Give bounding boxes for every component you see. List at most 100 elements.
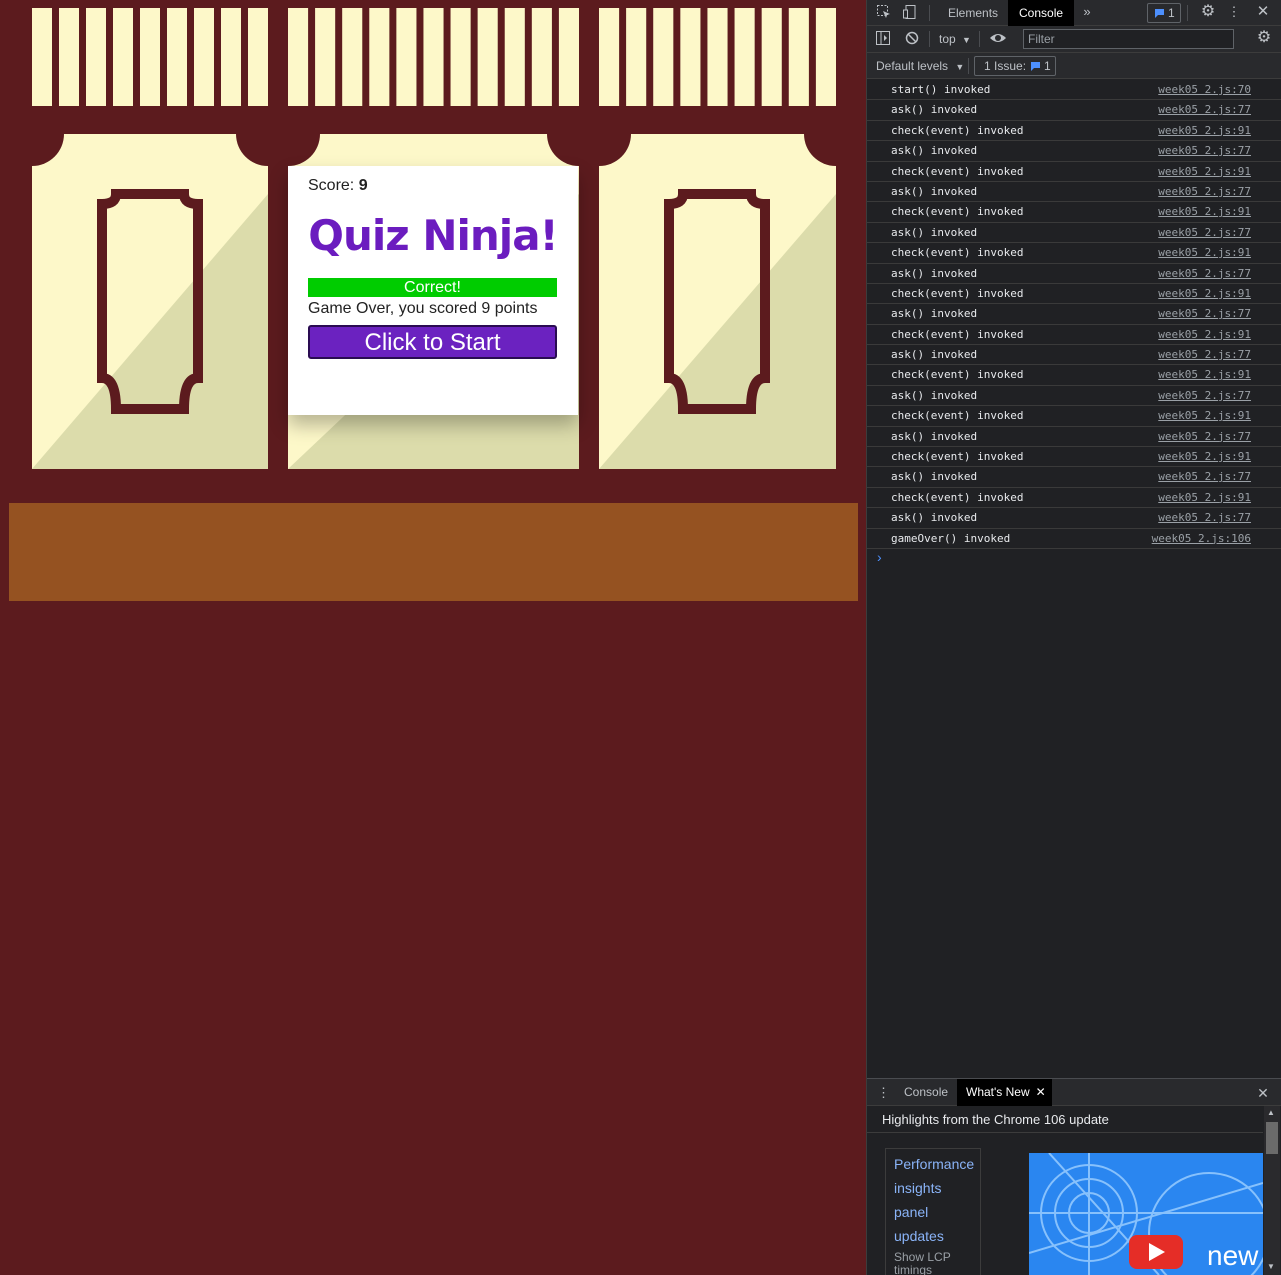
log-source-link[interactable]: week05 2.js:91 bbox=[1158, 325, 1251, 344]
start-button[interactable]: Click to Start bbox=[308, 325, 557, 359]
console-log-row: ask() invoked week05 2.js:77 bbox=[867, 100, 1281, 121]
score-display: Score: 9 bbox=[308, 176, 558, 196]
console-log-row: ask() invoked week05 2.js:77 bbox=[867, 141, 1281, 162]
context-selector[interactable]: top ▼ bbox=[939, 32, 971, 46]
card-link-line[interactable]: Performance bbox=[894, 1152, 974, 1176]
log-message: check(event) invoked bbox=[891, 205, 1024, 219]
drawer-tab-console[interactable]: Console bbox=[895, 1079, 957, 1106]
log-levels-dropdown[interactable]: Default levels ▼ bbox=[876, 59, 964, 73]
log-message: ask() invoked bbox=[891, 225, 978, 239]
settings-gear-icon[interactable]: ⚙ bbox=[1199, 4, 1217, 20]
drawer-tab-whats-new[interactable]: What's New ✕ bbox=[957, 1079, 1052, 1106]
console-log-row: ask() invoked week05 2.js:77 bbox=[867, 386, 1281, 407]
log-message: check(event) invoked bbox=[891, 246, 1024, 260]
score-label: Score: bbox=[308, 177, 355, 194]
log-source-link[interactable]: week05 2.js:77 bbox=[1158, 264, 1251, 283]
log-source-link[interactable]: week05 2.js:77 bbox=[1158, 182, 1251, 201]
log-source-link[interactable]: week05 2.js:91 bbox=[1158, 202, 1251, 221]
whats-new-video-thumbnail[interactable]: new bbox=[1029, 1153, 1263, 1275]
log-message: ask() invoked bbox=[891, 511, 978, 525]
live-expression-eye-icon[interactable] bbox=[989, 31, 1007, 49]
drawer-menu-icon[interactable]: ⋮ bbox=[877, 1085, 890, 1101]
console-log-row: check(event) invoked week05 2.js:91 bbox=[867, 447, 1281, 468]
card-link-line[interactable]: insights bbox=[894, 1176, 972, 1200]
log-source-link[interactable]: week05 2.js:91 bbox=[1158, 488, 1251, 507]
whats-new-panel: Highlights from the Chrome 106 update Pe… bbox=[867, 1106, 1281, 1275]
log-source-link[interactable]: week05 2.js:70 bbox=[1158, 80, 1251, 99]
left-door-panel bbox=[32, 134, 268, 469]
scroll-up-arrow-icon[interactable]: ▲ bbox=[1267, 1108, 1275, 1117]
log-levels-label: Default levels bbox=[876, 59, 949, 73]
log-message: check(event) invoked bbox=[891, 368, 1024, 382]
log-source-link[interactable]: week05 2.js:77 bbox=[1158, 508, 1251, 527]
log-source-link[interactable]: week05 2.js:91 bbox=[1158, 447, 1251, 466]
issue-chat-icon bbox=[1031, 62, 1040, 71]
log-message: ask() invoked bbox=[891, 266, 978, 280]
log-message: ask() invoked bbox=[891, 470, 978, 484]
log-source-link[interactable]: week05 2.js:91 bbox=[1158, 365, 1251, 384]
console-log: start() invoked week05 2.js:70 ask() invok… bbox=[867, 80, 1281, 549]
issues-badge[interactable]: 1 Issue: 1 bbox=[974, 56, 1056, 76]
console-log-row: check(event) invoked week05 2.js:91 bbox=[867, 365, 1281, 386]
top-slats-center bbox=[288, 8, 579, 106]
log-message: ask() invoked bbox=[891, 184, 978, 198]
log-message: ask() invoked bbox=[891, 103, 978, 117]
context-value: top bbox=[939, 32, 956, 46]
tab-console[interactable]: Console bbox=[1008, 0, 1075, 26]
log-source-link[interactable]: week05 2.js:77 bbox=[1158, 386, 1251, 405]
log-source-link[interactable]: week05 2.js:77 bbox=[1158, 141, 1251, 160]
log-source-link[interactable]: week05 2.js:77 bbox=[1158, 467, 1251, 486]
console-log-row: check(event) invoked week05 2.js:91 bbox=[867, 202, 1281, 223]
log-source-link[interactable]: week05 2.js:106 bbox=[1152, 529, 1251, 548]
whats-new-card[interactable]: Performance insights panel updates Show … bbox=[885, 1148, 981, 1275]
close-tab-icon[interactable]: ✕ bbox=[1036, 1079, 1046, 1106]
messages-badge[interactable]: 1 bbox=[1147, 3, 1181, 23]
dropdown-arrow-icon: ▼ bbox=[955, 62, 965, 72]
log-source-link[interactable]: week05 2.js:77 bbox=[1158, 427, 1251, 446]
sidebar-toggle-icon[interactable] bbox=[875, 31, 891, 49]
console-log-row: check(event) invoked week05 2.js:91 bbox=[867, 243, 1281, 264]
filter-input[interactable] bbox=[1023, 29, 1234, 49]
devtools-panel: Elements Console » 1 ⚙ ⋮ ✕ top ▼ Filter … bbox=[866, 0, 1281, 1275]
console-log-row: ask() invoked week05 2.js:77 bbox=[867, 223, 1281, 244]
console-log-row: check(event) invoked week05 2.js:91 bbox=[867, 406, 1281, 427]
log-message: ask() invoked bbox=[891, 144, 978, 158]
kebab-menu-icon[interactable]: ⋮ bbox=[1227, 4, 1241, 20]
log-source-link[interactable]: week05 2.js:77 bbox=[1158, 304, 1251, 323]
log-source-link[interactable]: week05 2.js:91 bbox=[1158, 406, 1251, 425]
drawer-scrollbar[interactable]: ▲ ▼ bbox=[1264, 1106, 1280, 1275]
console-log-row: ask() invoked week05 2.js:77 bbox=[867, 264, 1281, 284]
log-message: ask() invoked bbox=[891, 388, 978, 402]
device-toolbar-icon[interactable] bbox=[901, 4, 919, 24]
log-source-link[interactable]: week05 2.js:77 bbox=[1158, 223, 1251, 242]
inspect-element-icon[interactable] bbox=[875, 4, 893, 24]
log-source-link[interactable]: week05 2.js:91 bbox=[1158, 284, 1251, 303]
card-link-line[interactable]: updates bbox=[894, 1224, 972, 1248]
log-message: gameOver() invoked bbox=[891, 531, 1011, 545]
log-message: check(event) invoked bbox=[891, 286, 1024, 300]
console-log-row: check(event) invoked week05 2.js:91 bbox=[867, 325, 1281, 346]
levels-bar: Default levels ▼ 1 Issue: 1 bbox=[867, 53, 1281, 79]
clear-console-icon[interactable] bbox=[904, 31, 920, 49]
video-word: new bbox=[1207, 1240, 1259, 1271]
close-drawer-icon[interactable]: ✕ bbox=[1255, 1085, 1271, 1101]
log-source-link[interactable]: week05 2.js:77 bbox=[1158, 345, 1251, 364]
scroll-thumb[interactable] bbox=[1266, 1122, 1278, 1154]
message-count: 1 bbox=[1168, 6, 1175, 20]
chevron-double-right-icon[interactable]: » bbox=[1079, 4, 1095, 20]
console-toolbar: top ▼ ⚙ bbox=[867, 26, 1281, 53]
console-prompt[interactable]: › bbox=[877, 549, 882, 565]
quiz-title: Quiz Ninja! bbox=[308, 211, 558, 260]
console-log-row: ask() invoked week05 2.js:77 bbox=[867, 345, 1281, 366]
tab-elements[interactable]: Elements bbox=[937, 0, 1009, 26]
log-source-link[interactable]: week05 2.js:91 bbox=[1158, 162, 1251, 181]
log-source-link[interactable]: week05 2.js:77 bbox=[1158, 100, 1251, 119]
console-log-row: gameOver() invoked week05 2.js:106 bbox=[867, 529, 1281, 549]
scroll-down-arrow-icon[interactable]: ▼ bbox=[1267, 1262, 1275, 1271]
log-source-link[interactable]: week05 2.js:91 bbox=[1158, 121, 1251, 140]
card-link-line[interactable]: panel bbox=[894, 1200, 972, 1224]
console-settings-gear-icon[interactable]: ⚙ bbox=[1255, 30, 1273, 46]
close-devtools-icon[interactable]: ✕ bbox=[1255, 4, 1271, 20]
card-subtext: timings bbox=[894, 1263, 933, 1275]
log-source-link[interactable]: week05 2.js:91 bbox=[1158, 243, 1251, 262]
